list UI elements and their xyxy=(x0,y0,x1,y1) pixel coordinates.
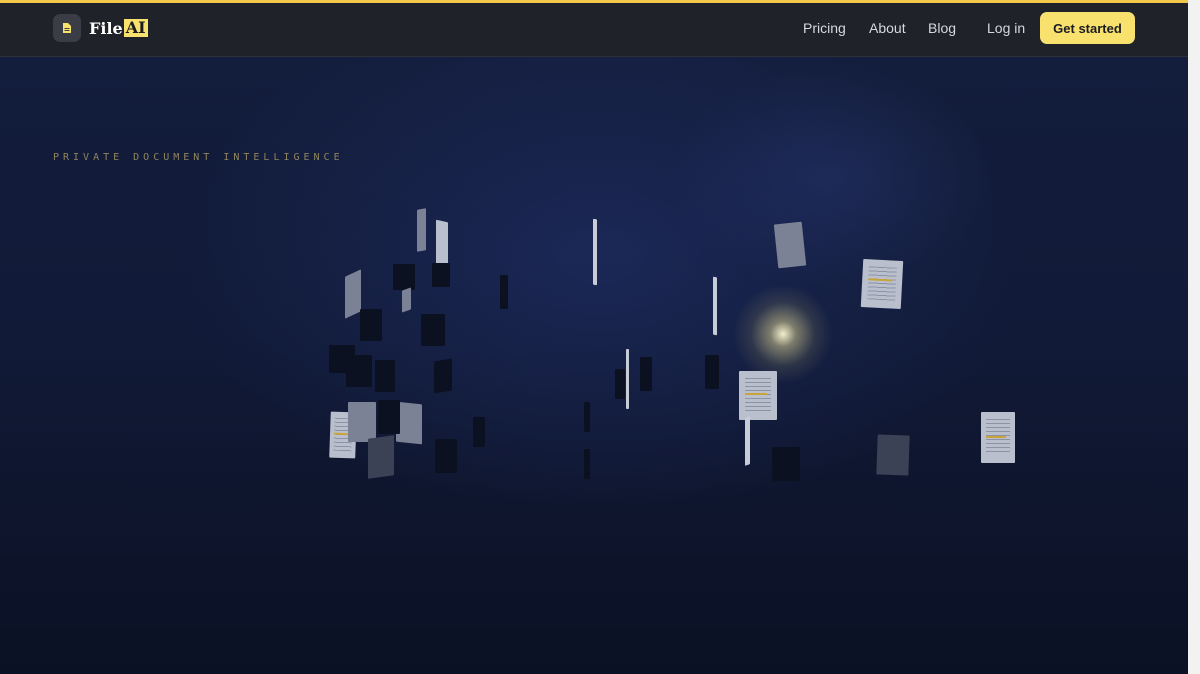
floating-document xyxy=(981,412,1015,463)
light-glow xyxy=(733,284,833,384)
floating-document xyxy=(739,371,777,420)
floating-document xyxy=(421,314,445,346)
floating-document xyxy=(435,439,457,473)
page-scrollbar[interactable] xyxy=(1188,0,1200,674)
floating-document xyxy=(860,258,904,310)
get-started-button[interactable]: Get started xyxy=(1040,12,1135,44)
floating-document xyxy=(402,287,411,313)
logo[interactable]: File AI xyxy=(53,14,148,42)
nav-link-about[interactable]: About xyxy=(869,20,906,36)
hero-section: PRIVATE DOCUMENT INTELLIGENCE xyxy=(0,57,1188,674)
floating-document xyxy=(348,402,376,442)
floating-document xyxy=(375,360,395,392)
floating-document xyxy=(773,221,807,269)
nav-link-blog[interactable]: Blog xyxy=(928,20,956,36)
floating-document xyxy=(745,416,750,466)
floating-document xyxy=(473,417,485,447)
floating-document xyxy=(393,264,415,290)
floating-document xyxy=(593,218,597,286)
floating-document xyxy=(640,357,652,391)
floating-document xyxy=(500,275,508,309)
logo-text-prefix: File xyxy=(89,18,123,38)
floating-document xyxy=(346,355,372,387)
document-icon xyxy=(53,14,81,42)
floating-document xyxy=(432,263,450,287)
floating-document xyxy=(584,402,590,432)
hero-eyebrow: PRIVATE DOCUMENT INTELLIGENCE xyxy=(53,152,344,163)
floating-document xyxy=(713,276,717,336)
floating-document xyxy=(345,269,361,319)
floating-document xyxy=(705,355,719,389)
floating-document xyxy=(626,349,629,409)
nav-link-pricing[interactable]: Pricing xyxy=(803,20,846,36)
floating-document xyxy=(876,434,910,476)
floating-document xyxy=(368,435,394,479)
floating-document xyxy=(417,208,426,252)
login-link[interactable]: Log in xyxy=(987,20,1025,36)
floating-document xyxy=(434,358,452,394)
logo-text-highlight: AI xyxy=(123,18,148,37)
floating-document xyxy=(584,449,590,479)
floating-document xyxy=(772,447,800,481)
logo-wordmark: File AI xyxy=(89,19,148,38)
floating-document xyxy=(615,369,625,399)
floating-document xyxy=(378,400,400,434)
floating-document xyxy=(360,309,382,341)
navbar: File AI Pricing About Blog Log in Get sta… xyxy=(0,3,1188,57)
